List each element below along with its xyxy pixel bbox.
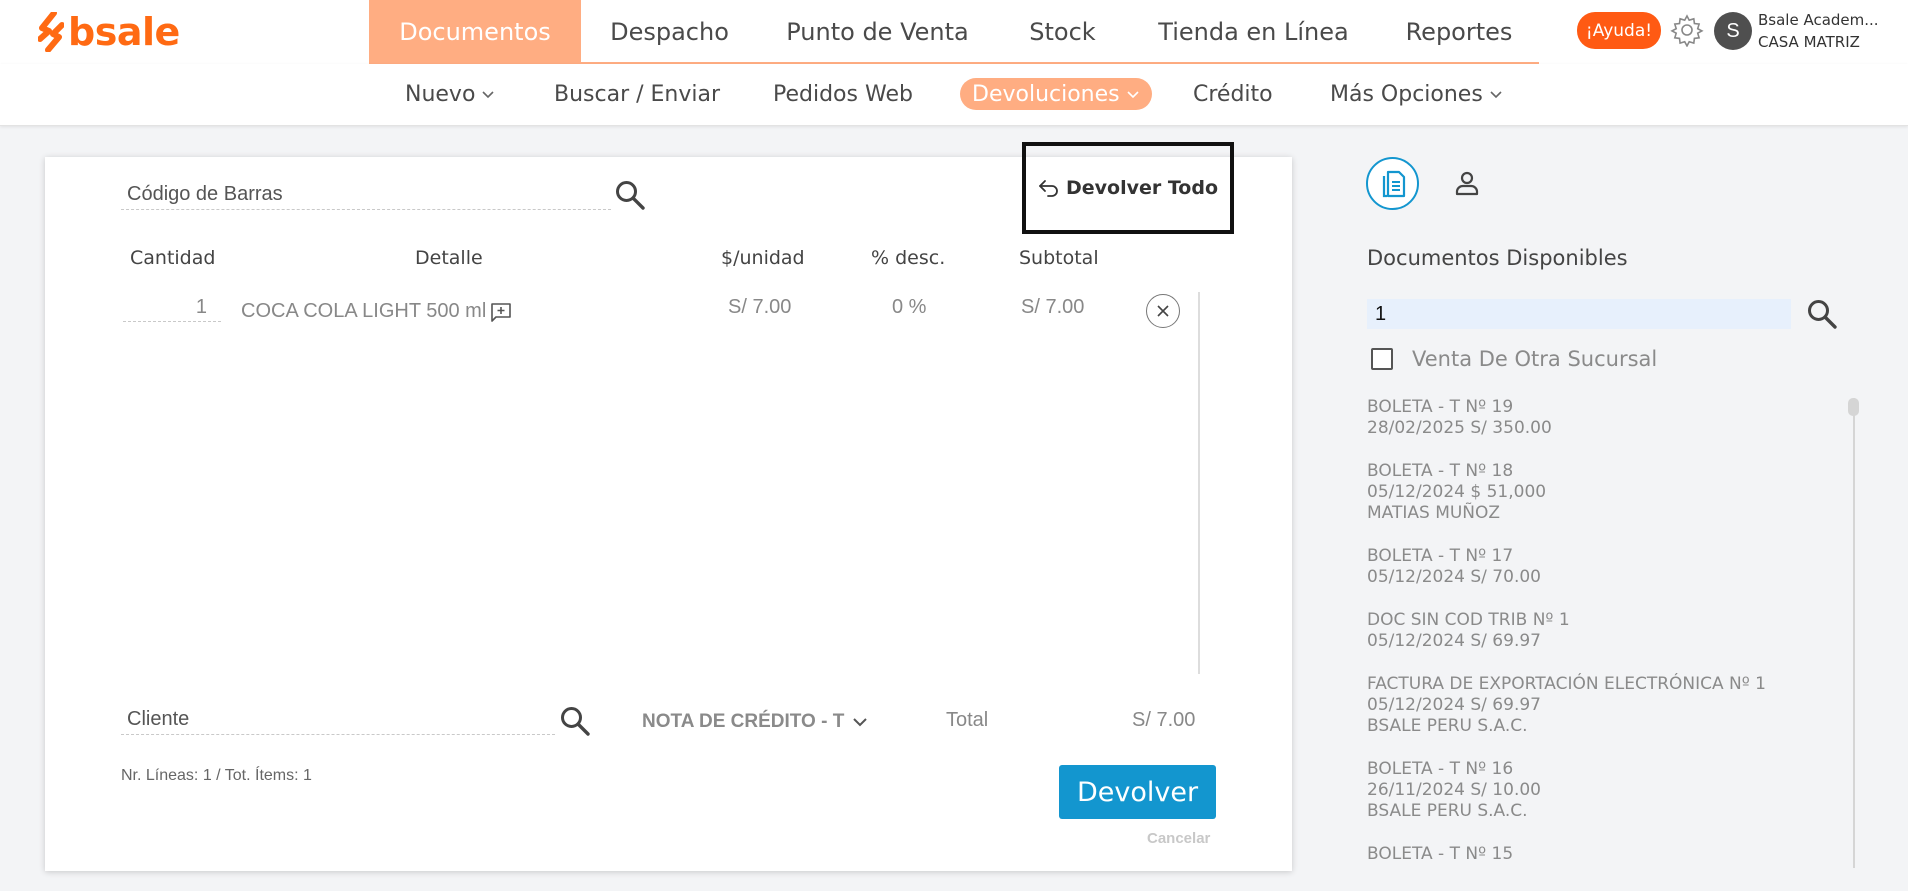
document-type-value: NOTA DE CRÉDITO - T — [642, 711, 845, 732]
document-details: 05/12/2024 S/ 69.97 — [1367, 631, 1541, 651]
close-icon — [1157, 305, 1169, 317]
scrollbar-track[interactable] — [1853, 398, 1855, 868]
chevron-down-icon — [482, 91, 494, 99]
document-search-input[interactable] — [1367, 299, 1791, 329]
document-title: BOLETA - T Nº 15 — [1367, 844, 1514, 864]
user-name[interactable]: Bsale Academ... — [1758, 11, 1879, 29]
list-item[interactable]: BOLETA - T Nº 16 26/11/2024 S/ 10.00 BSA… — [1367, 759, 1837, 822]
total-value: S/ 7.00 — [1132, 709, 1196, 731]
devolver-button[interactable]: Devolver — [1059, 765, 1216, 819]
other-branch-checkbox[interactable] — [1371, 348, 1393, 370]
subnav-label: Más Opciones — [1330, 81, 1483, 107]
subnav-label: Crédito — [1193, 81, 1273, 107]
cancel-link[interactable]: Cancelar — [1147, 830, 1210, 847]
column-header-unit-price: $/unidad — [721, 247, 805, 269]
lines-summary: Nr. Líneas: 1 / Tot. Ítems: 1 — [121, 767, 312, 784]
list-item[interactable]: BOLETA - T Nº 17 05/12/2024 S/ 70.00 — [1367, 546, 1837, 588]
item-subtotal: S/ 7.00 — [1021, 296, 1085, 318]
barcode-input[interactable] — [121, 180, 611, 210]
document-title: BOLETA - T Nº 16 — [1367, 759, 1514, 779]
list-item[interactable]: BOLETA - T Nº 18 05/12/2024 $ 51,000 MAT… — [1367, 461, 1837, 524]
sub-nav: Nuevo Buscar / Enviar Pedidos Web Devolu… — [0, 64, 1908, 126]
column-header-detail: Detalle — [415, 247, 483, 269]
list-item[interactable]: BOLETA - T Nº 19 28/02/2025 S/ 350.00 — [1367, 397, 1837, 439]
remove-item-button[interactable] — [1146, 294, 1180, 328]
document-details: 26/11/2024 S/ 10.00 — [1367, 780, 1541, 800]
document-client: MATIAS MUÑOZ — [1367, 503, 1501, 523]
document-list: BOLETA - T Nº 19 28/02/2025 S/ 350.00 BO… — [1367, 397, 1837, 891]
document-details: 05/12/2024 S/ 69.97 — [1367, 695, 1541, 715]
document-details: 28/02/2025 S/ 350.00 — [1367, 418, 1552, 438]
branch-name: CASA MATRIZ — [1758, 33, 1860, 51]
other-branch-label: Venta De Otra Sucursal — [1412, 347, 1658, 371]
other-branch-toggle[interactable]: Venta De Otra Sucursal — [1371, 347, 1657, 371]
document-title: FACTURA DE EXPORTACIÓN ELECTRÓNICA Nº 1 — [1367, 674, 1766, 694]
add-comment-icon[interactable] — [490, 302, 512, 322]
document-details: 05/12/2024 $ 51,000 — [1367, 482, 1547, 502]
main-nav-reportes[interactable]: Reportes — [1379, 0, 1539, 64]
quantity-input[interactable] — [123, 294, 221, 322]
bsale-logo[interactable]: bsale — [38, 10, 180, 54]
main-nav-despacho[interactable]: Despacho — [581, 0, 758, 64]
table-divider — [1198, 292, 1200, 674]
main-nav-stock[interactable]: Stock — [997, 0, 1128, 64]
item-detail: COCA COLA LIGHT 500 ml — [241, 300, 487, 322]
search-icon[interactable] — [614, 179, 646, 211]
document-title: BOLETA - T Nº 17 — [1367, 546, 1514, 566]
chevron-down-icon — [1127, 91, 1139, 99]
subnav-label: Nuevo — [405, 81, 476, 107]
subnav-mas-opciones[interactable]: Más Opciones — [1330, 78, 1503, 110]
subnav-devoluciones[interactable]: Devoluciones — [960, 78, 1152, 110]
scrollbar-thumb[interactable] — [1848, 398, 1859, 416]
column-header-subtotal: Subtotal — [1019, 247, 1099, 269]
chevron-down-icon — [1490, 91, 1502, 99]
tab-documents[interactable] — [1366, 157, 1419, 210]
list-item[interactable]: DOC SIN COD TRIB Nº 1 05/12/2024 S/ 69.9… — [1367, 610, 1837, 652]
main-nav: Documentos Despacho Punto de Venta Stock… — [369, 0, 1539, 64]
search-icon[interactable] — [1806, 298, 1838, 330]
total-label: Total — [946, 709, 989, 731]
subnav-label: Pedidos Web — [773, 81, 913, 107]
document-type-select[interactable]: NOTA DE CRÉDITO - T — [642, 708, 868, 736]
main-nav-documentos[interactable]: Documentos — [369, 0, 581, 64]
subnav-credito[interactable]: Crédito — [1193, 78, 1273, 110]
main-nav-punto-de-venta[interactable]: Punto de Venta — [758, 0, 997, 64]
subnav-label: Buscar / Enviar — [554, 81, 721, 107]
avatar[interactable]: S — [1714, 12, 1752, 50]
chevron-down-icon — [853, 718, 868, 727]
tab-client[interactable] — [1450, 166, 1484, 200]
help-button[interactable]: ¡Ayuda! — [1577, 12, 1661, 49]
return-arrow-icon — [1039, 180, 1058, 197]
return-form-card — [45, 157, 1292, 871]
subnav-nuevo[interactable]: Nuevo — [405, 78, 495, 110]
document-title: DOC SIN COD TRIB Nº 1 — [1367, 610, 1570, 630]
top-bar: bsale Documentos Despacho Punto de Venta… — [0, 0, 1908, 64]
document-client: BSALE PERU S.A.C. — [1367, 801, 1528, 821]
subnav-pedidos-web[interactable]: Pedidos Web — [773, 78, 913, 110]
user-icon — [1455, 171, 1479, 196]
column-header-discount: % desc. — [871, 247, 946, 269]
gear-icon[interactable] — [1670, 13, 1704, 47]
document-client: BSALE PERU S.A.C. — [1367, 716, 1528, 736]
item-unit-price: S/ 7.00 — [728, 296, 792, 318]
client-input[interactable] — [121, 705, 555, 735]
return-all-button[interactable]: Devolver Todo — [1022, 142, 1234, 234]
bsale-logo-icon — [38, 12, 64, 52]
subnav-buscar-enviar[interactable]: Buscar / Enviar — [554, 78, 720, 110]
available-documents-title: Documentos Disponibles — [1367, 246, 1628, 270]
document-details: 05/12/2024 S/ 70.00 — [1367, 567, 1541, 587]
logo-text: bsale — [68, 10, 180, 54]
list-item[interactable]: FACTURA DE EXPORTACIÓN ELECTRÓNICA Nº 1 … — [1367, 674, 1837, 737]
column-header-quantity: Cantidad — [130, 247, 216, 269]
item-discount: 0 % — [892, 296, 927, 318]
search-icon[interactable] — [559, 705, 591, 737]
document-icon — [1382, 170, 1405, 197]
subnav-label: Devoluciones — [972, 81, 1120, 107]
list-item[interactable]: BOLETA - T Nº 15 — [1367, 844, 1837, 865]
document-title: BOLETA - T Nº 18 — [1367, 461, 1514, 481]
document-title: BOLETA - T Nº 19 — [1367, 397, 1514, 417]
main-nav-tienda-en-linea[interactable]: Tienda en Línea — [1128, 0, 1379, 64]
return-all-label: Devolver Todo — [1065, 177, 1218, 199]
